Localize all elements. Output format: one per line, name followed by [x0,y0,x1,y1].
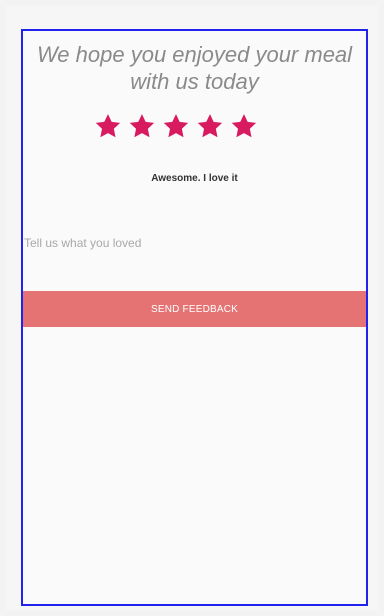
send-feedback-button[interactable]: SEND FEEDBACK [23,291,366,327]
star-rating[interactable] [93,111,259,141]
star-icon-5[interactable] [229,111,259,141]
headline: We hope you enjoyed your meal with us to… [36,42,353,94]
feedback-screen: We hope you enjoyed your meal with us to… [21,29,368,606]
rating-label: Awesome. I love it [151,173,238,184]
star-icon-3[interactable] [161,111,191,141]
star-icon-1[interactable] [93,111,123,141]
star-icon-4[interactable] [195,111,225,141]
star-icon-2[interactable] [127,111,157,141]
feedback-input[interactable] [23,219,366,267]
